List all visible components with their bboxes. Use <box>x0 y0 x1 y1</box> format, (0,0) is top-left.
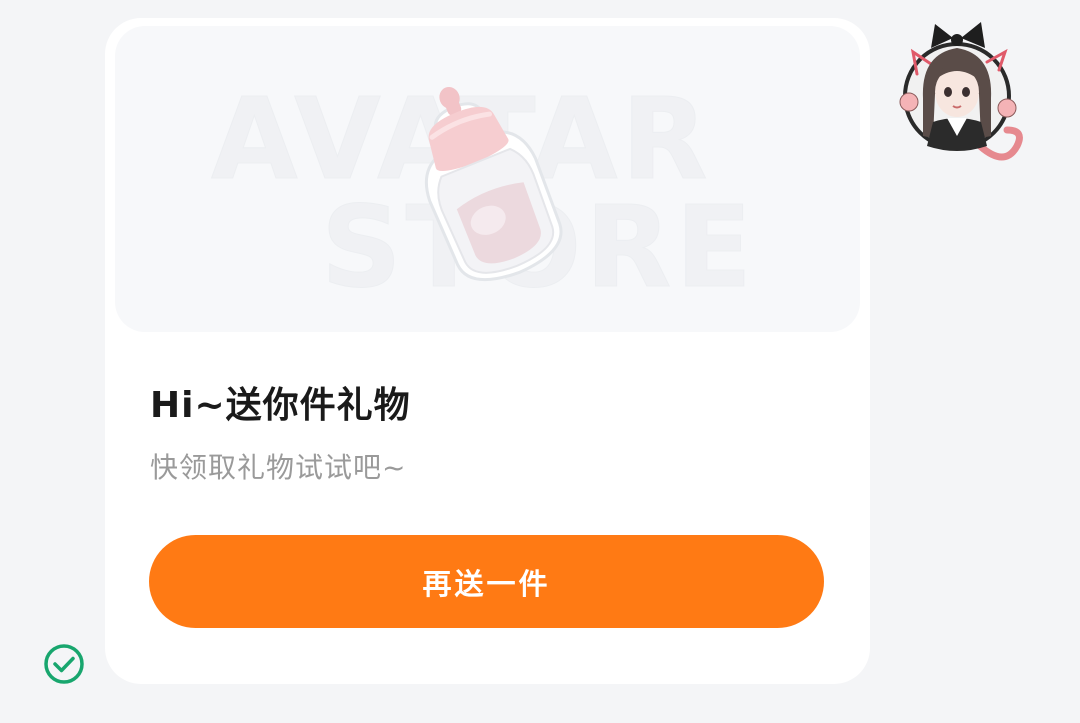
gift-preview: AVATAR STORE <box>115 26 860 332</box>
card-subtitle: 快领取礼物试试吧~ <box>150 451 407 484</box>
screen: AVATAR STORE <box>0 0 1080 723</box>
card-title: Hi~送你件礼物 <box>150 385 411 426</box>
send-another-button[interactable]: 再送一件 <box>149 535 824 628</box>
gift-card: AVATAR STORE <box>105 18 870 684</box>
check-circle-icon <box>44 644 84 684</box>
avatar[interactable] <box>895 18 1025 164</box>
baby-bottle-icon <box>424 86 563 282</box>
